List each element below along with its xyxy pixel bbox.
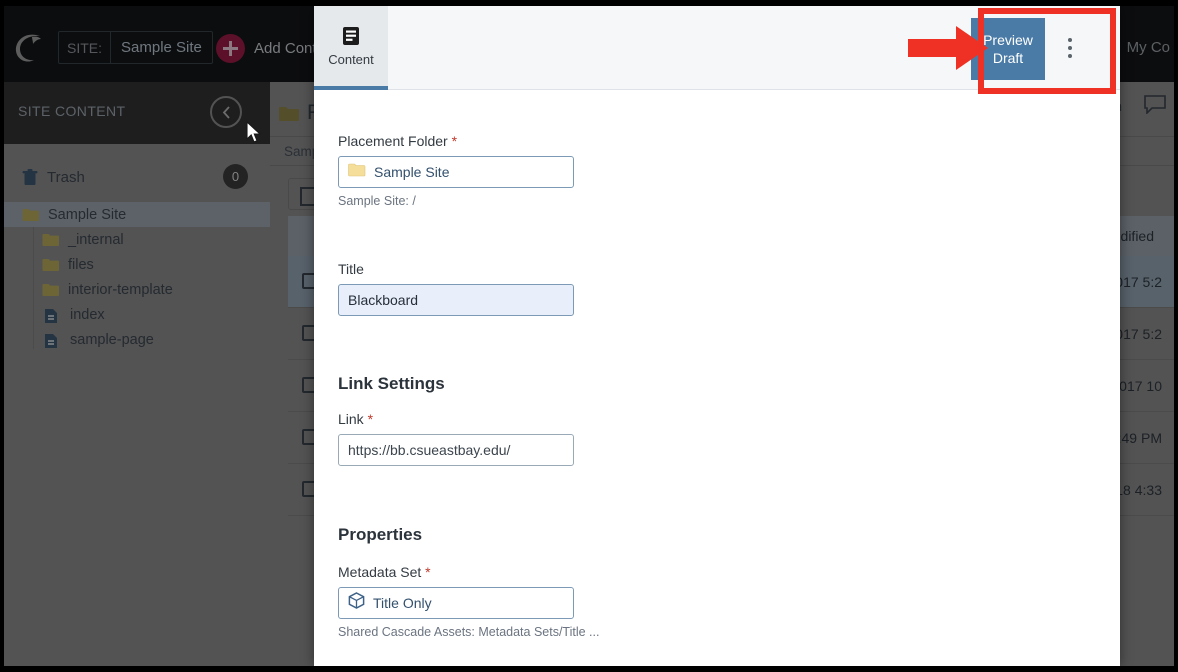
field-placement-folder: Placement Folder * Sample Site Sample Si… <box>338 133 574 208</box>
link-settings-title: Link Settings <box>338 374 445 393</box>
folder-icon <box>348 163 366 182</box>
modal-tab-bar: Content Close Preview Draft <box>314 6 1120 90</box>
required-indicator: * <box>451 133 458 149</box>
placement-folder-label-text: Placement Folder <box>338 133 448 149</box>
frame-bottom <box>0 666 1178 672</box>
properties-heading: Properties <box>338 525 422 545</box>
link-input[interactable] <box>338 434 574 466</box>
tab-content-label: Content <box>328 51 374 67</box>
mouse-cursor <box>246 120 262 149</box>
tab-content[interactable]: Content <box>314 6 388 90</box>
metadata-set-value: Title Only <box>373 595 432 611</box>
edit-asset-modal: Content Close Preview Draft Placement Fo… <box>314 6 1120 666</box>
title-input[interactable] <box>338 284 574 316</box>
placement-folder-value: Sample Site <box>374 164 450 180</box>
screenshot-root: SITE: Sample Site Add Content My Co SITE… <box>0 0 1178 672</box>
frame-top <box>0 0 1178 6</box>
placement-folder-chooser[interactable]: Sample Site <box>338 156 574 188</box>
required-indicator: * <box>425 564 431 580</box>
frame-left <box>0 0 4 672</box>
metadata-set-label-text: Metadata Set <box>338 564 422 580</box>
metadata-set-label: Metadata Set * <box>338 564 599 580</box>
asset-form: Placement Folder * Sample Site Sample Si… <box>314 91 1120 666</box>
placement-folder-label: Placement Folder * <box>338 133 574 149</box>
link-settings-heading: Link Settings <box>338 374 445 394</box>
field-metadata-set: Metadata Set * Title Only Shared Cascade… <box>338 564 599 639</box>
frame-right <box>1174 0 1178 672</box>
link-label-text: Link <box>338 411 364 427</box>
placement-folder-helper: Sample Site: / <box>338 194 416 208</box>
content-document-icon <box>342 26 360 46</box>
metadata-set-chooser[interactable]: Title Only <box>338 587 574 619</box>
red-pointer-arrow <box>908 26 988 75</box>
more-vertical-icon[interactable] <box>1062 36 1078 60</box>
field-link: Link * <box>338 411 574 466</box>
properties-title: Properties <box>338 525 423 544</box>
title-label: Title <box>338 261 364 277</box>
link-label: Link * <box>338 411 574 427</box>
field-title: Title <box>338 261 574 316</box>
metadata-set-helper: Shared Cascade Assets: Metadata Sets/Tit… <box>338 625 600 639</box>
cube-icon <box>348 592 365 614</box>
required-indicator: * <box>367 411 374 427</box>
